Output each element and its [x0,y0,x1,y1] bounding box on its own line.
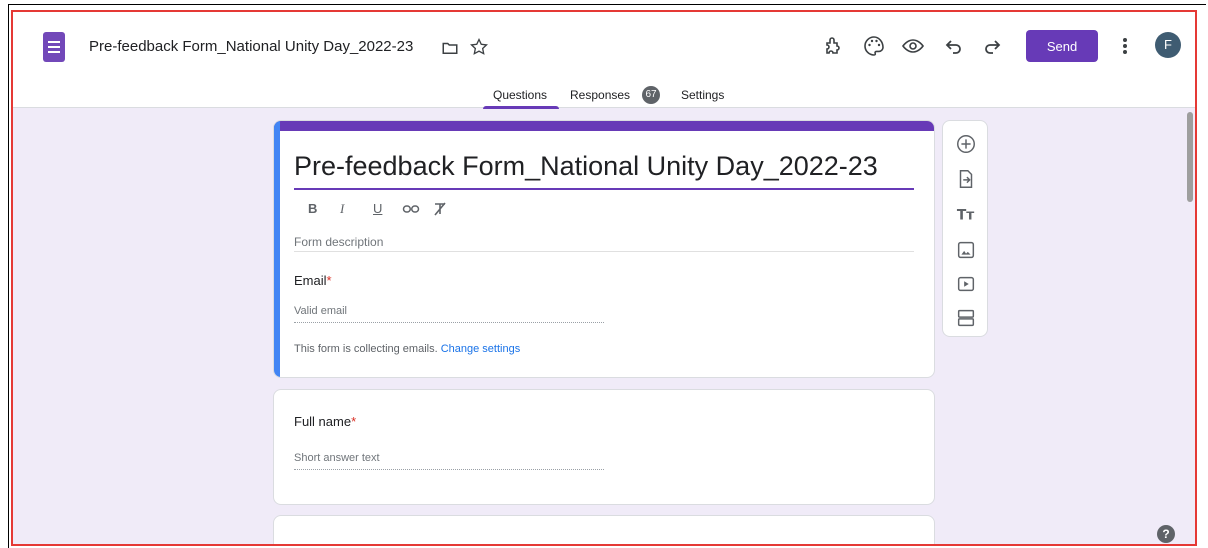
tab-bar: Questions Responses 67 Settings [13,84,1195,109]
palette-icon[interactable] [862,34,886,58]
tab-questions[interactable]: Questions [493,88,547,102]
question-toolbar: Tт [942,120,988,337]
add-video-icon[interactable] [955,273,977,295]
required-asterisk: * [326,273,332,288]
addons-icon[interactable] [822,34,846,58]
forms-editor: Pre-feedback Form_National Unity Day_202… [11,10,1197,546]
question-card-partial[interactable] [273,515,935,544]
svg-text:Tт: Tт [957,208,974,224]
responses-count-badge: 67 [642,86,660,104]
link-icon[interactable] [402,203,420,215]
email-question-label: Email* [294,273,332,288]
preview-eye-icon[interactable] [901,34,925,58]
form-title-card[interactable]: Pre-feedback Form_National Unity Day_202… [273,120,935,378]
question-card[interactable]: Full name* Short answer text [273,389,935,505]
tab-settings[interactable]: Settings [681,88,724,102]
vertical-scrollbar[interactable] [1185,108,1195,544]
theme-color-bar [274,121,934,131]
short-answer-line [294,469,604,470]
short-answer-placeholder: Short answer text [294,452,380,464]
required-asterisk: * [351,414,357,429]
email-input-placeholder: Valid email [294,305,347,317]
email-input-line [294,322,604,323]
tab-responses[interactable]: Responses [570,88,630,102]
focus-indicator [274,121,280,377]
add-question-icon[interactable] [955,133,977,155]
add-section-icon[interactable] [955,307,977,329]
send-button[interactable]: Send [1026,30,1098,62]
clear-formatting-icon[interactable] [432,201,448,217]
import-questions-icon[interactable] [955,168,977,190]
outer-frame-left [8,4,9,548]
forms-logo-icon[interactable] [43,32,65,62]
add-title-icon[interactable]: Tт [955,203,977,225]
help-icon[interactable]: ? [1157,525,1175,543]
bold-button[interactable]: B [308,201,317,217]
title-underline [294,188,914,190]
avatar[interactable]: F [1155,32,1181,58]
email-label-text: Email [294,273,327,288]
redo-icon[interactable] [980,34,1004,58]
scroll-thumb[interactable] [1187,112,1193,202]
form-title[interactable]: Pre-feedback Form_National Unity Day_202… [294,151,878,182]
description-underline [294,251,914,252]
collecting-emails-text: This form is collecting emails. [294,343,438,355]
underline-button[interactable]: U [373,201,382,217]
question-label-text: Full name [294,414,352,429]
question-label: Full name* [294,414,356,429]
change-settings-link[interactable]: Change settings [441,343,521,355]
italic-button[interactable]: I [340,201,344,217]
form-description-placeholder[interactable]: Form description [294,235,383,249]
star-icon[interactable] [469,37,489,57]
outer-frame-top [8,4,1206,5]
folder-icon[interactable] [441,39,459,57]
undo-icon[interactable] [942,34,966,58]
more-options-icon[interactable] [1121,34,1129,58]
add-image-icon[interactable] [955,239,977,261]
header: Pre-feedback Form_National Unity Day_202… [13,12,1195,109]
document-title[interactable]: Pre-feedback Form_National Unity Day_202… [89,38,413,55]
collecting-emails-note: This form is collecting emails. Change s… [294,343,520,355]
active-tab-indicator [483,106,559,109]
